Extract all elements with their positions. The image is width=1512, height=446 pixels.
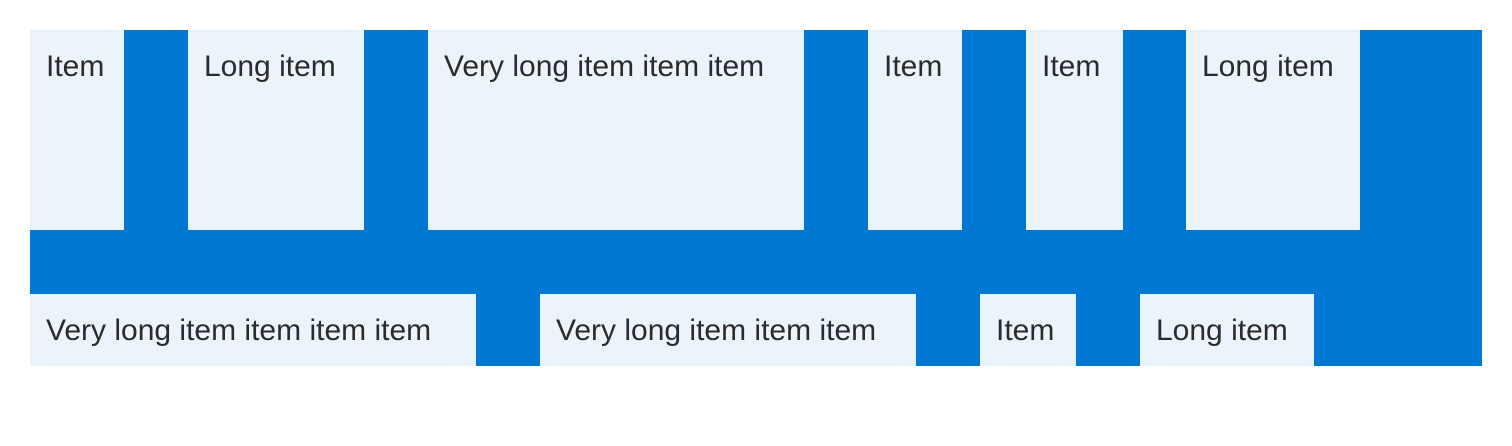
flex-item: Long item xyxy=(1186,30,1360,230)
flex-item-label: Long item xyxy=(1156,314,1288,347)
flex-item-label: Long item xyxy=(204,50,336,83)
flex-item-label: Very long item item item xyxy=(444,50,765,83)
flex-item-label: Very long item item item xyxy=(556,314,877,347)
flex-item-label: Item xyxy=(884,50,943,83)
flex-item-label: Item xyxy=(996,314,1055,347)
flex-item: Item xyxy=(868,30,962,230)
flex-item: Item xyxy=(980,294,1076,366)
flex-item-label: Very long item item item item xyxy=(46,314,432,347)
flex-container: Item Long item Very long item item item … xyxy=(30,30,1482,366)
flex-item: Very long item item item item xyxy=(30,294,476,366)
flex-item: Very long item item item xyxy=(428,30,804,230)
flex-item: Item xyxy=(1026,30,1123,230)
flex-item: Very long item item item xyxy=(540,294,916,366)
flex-item: Item xyxy=(30,30,124,230)
flex-item-label: Item xyxy=(46,50,105,83)
flex-item: Long item xyxy=(1140,294,1314,366)
flex-item-label: Item xyxy=(1042,50,1101,83)
flex-item-label: Long item xyxy=(1202,50,1334,83)
flex-item: Long item xyxy=(188,30,364,230)
